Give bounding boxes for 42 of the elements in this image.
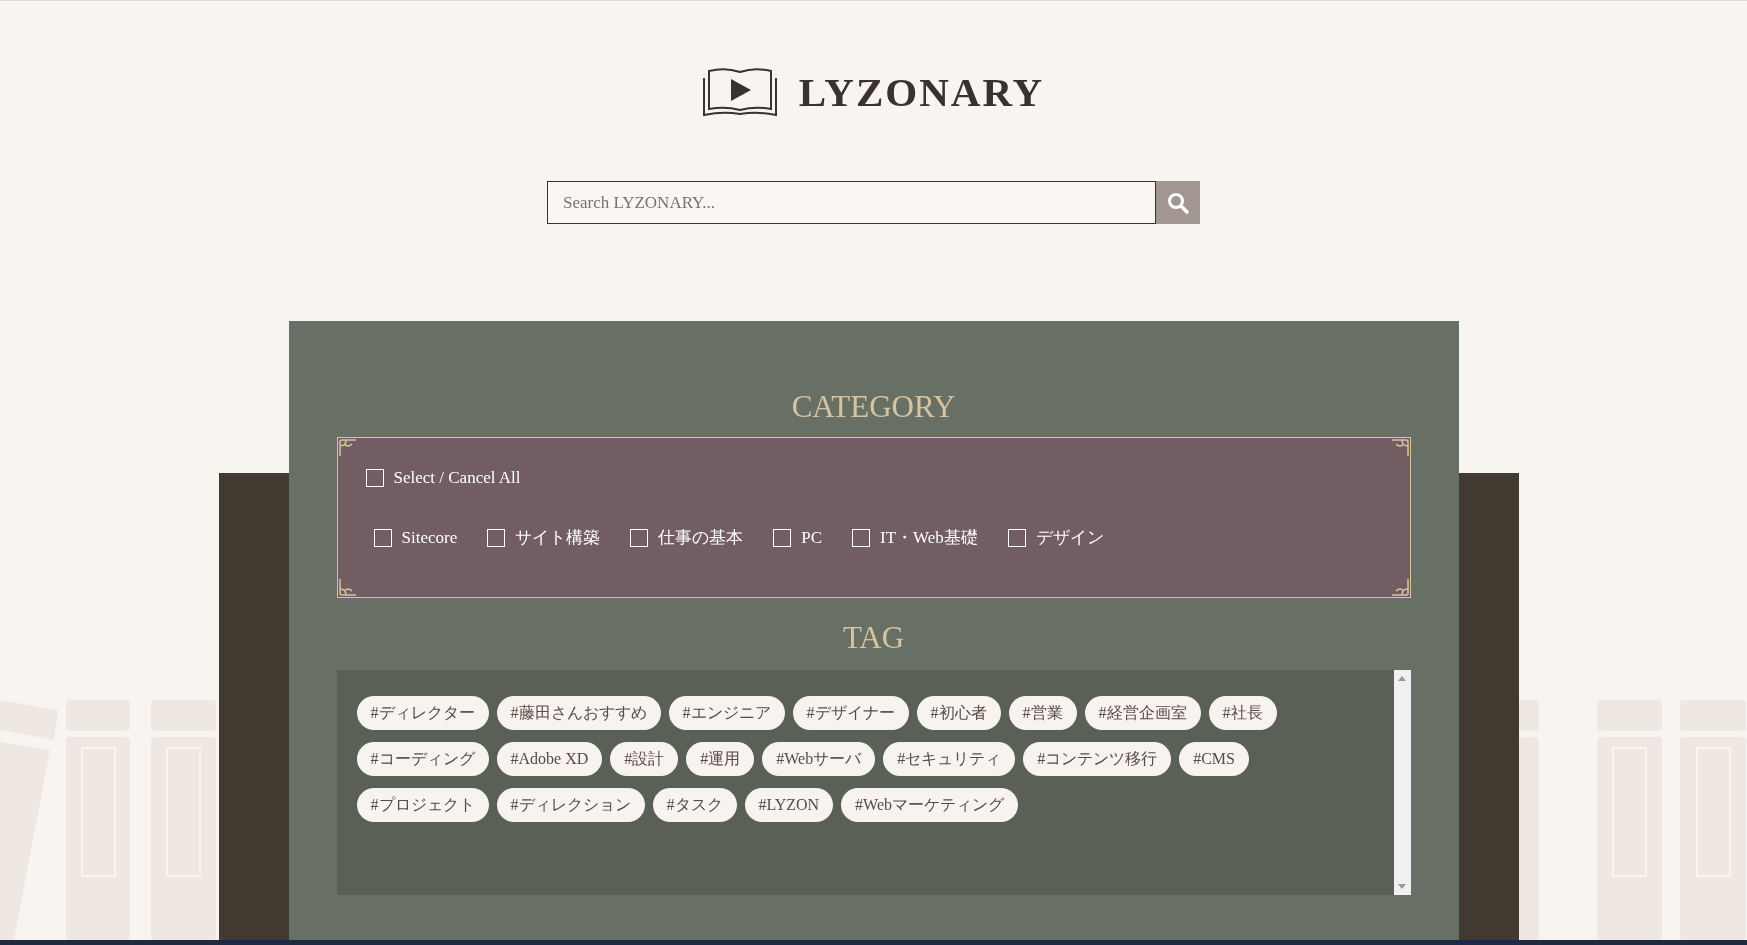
tag-chip[interactable]: #経営企画室 (1084, 696, 1201, 730)
checkbox-label[interactable]: IT・Web基礎 (880, 526, 978, 549)
tag-chip[interactable]: #設計 (610, 742, 679, 776)
tag-chip[interactable]: #初心者 (916, 696, 1001, 730)
logo-text[interactable]: LYZONARY (798, 68, 1045, 116)
tag-chip[interactable]: #営業 (1008, 696, 1077, 730)
tag-chip[interactable]: #デザイナー (792, 696, 909, 730)
tag-chip[interactable]: #Adobe XD (496, 742, 603, 776)
checkbox-label[interactable]: Sitecore (401, 527, 458, 548)
tag-chip[interactable]: #LYZON (744, 788, 834, 822)
tag-chip[interactable]: #Webサーバ (762, 742, 876, 776)
tag-chip[interactable]: #Webマーケティング (841, 788, 1019, 822)
search-button[interactable] (1156, 181, 1200, 224)
tag-chip[interactable]: #コーディング (356, 742, 489, 776)
tag-chip[interactable]: #セキュリティ (883, 742, 1016, 776)
checkbox[interactable] (487, 528, 506, 547)
checkbox-label[interactable]: サイト構築 (515, 526, 601, 549)
book-play-icon (702, 67, 777, 117)
tag-chip[interactable]: #プロジェクト (356, 788, 489, 822)
checkbox[interactable] (630, 528, 649, 547)
checkbox-label[interactable]: デザイン (1035, 526, 1104, 549)
checkbox[interactable] (365, 469, 384, 487)
tag-chip[interactable]: #社長 (1208, 696, 1277, 730)
section-title: TAG (841, 620, 906, 656)
checkbox[interactable] (373, 528, 392, 547)
checkbox-label[interactable]: PC (801, 527, 822, 548)
checkbox[interactable] (773, 528, 792, 547)
checkbox-label[interactable]: Select / Cancel All (393, 468, 521, 488)
checkbox-label[interactable]: 仕事の基本 (658, 526, 744, 549)
tag-chip[interactable]: #ディレクター (356, 696, 489, 730)
tag-chip[interactable]: #ディレクション (496, 788, 645, 822)
search-icon (1166, 190, 1190, 215)
tag-chip[interactable]: #CMS (1179, 742, 1249, 776)
tag-chip[interactable]: #藤田さんおすすめ (496, 696, 661, 730)
tag-chip[interactable]: #運用 (686, 742, 755, 776)
tag-chip[interactable]: #コンテンツ移行 (1023, 742, 1172, 776)
section-title: CATEGORY (790, 389, 957, 425)
search-field[interactable]: Search LYZONARY... (547, 181, 1156, 224)
tag-chip[interactable]: #エンジニア (668, 696, 785, 730)
checkbox[interactable] (1007, 528, 1026, 547)
checkbox[interactable] (852, 528, 870, 547)
tag-chip[interactable]: #タスク (652, 788, 737, 822)
